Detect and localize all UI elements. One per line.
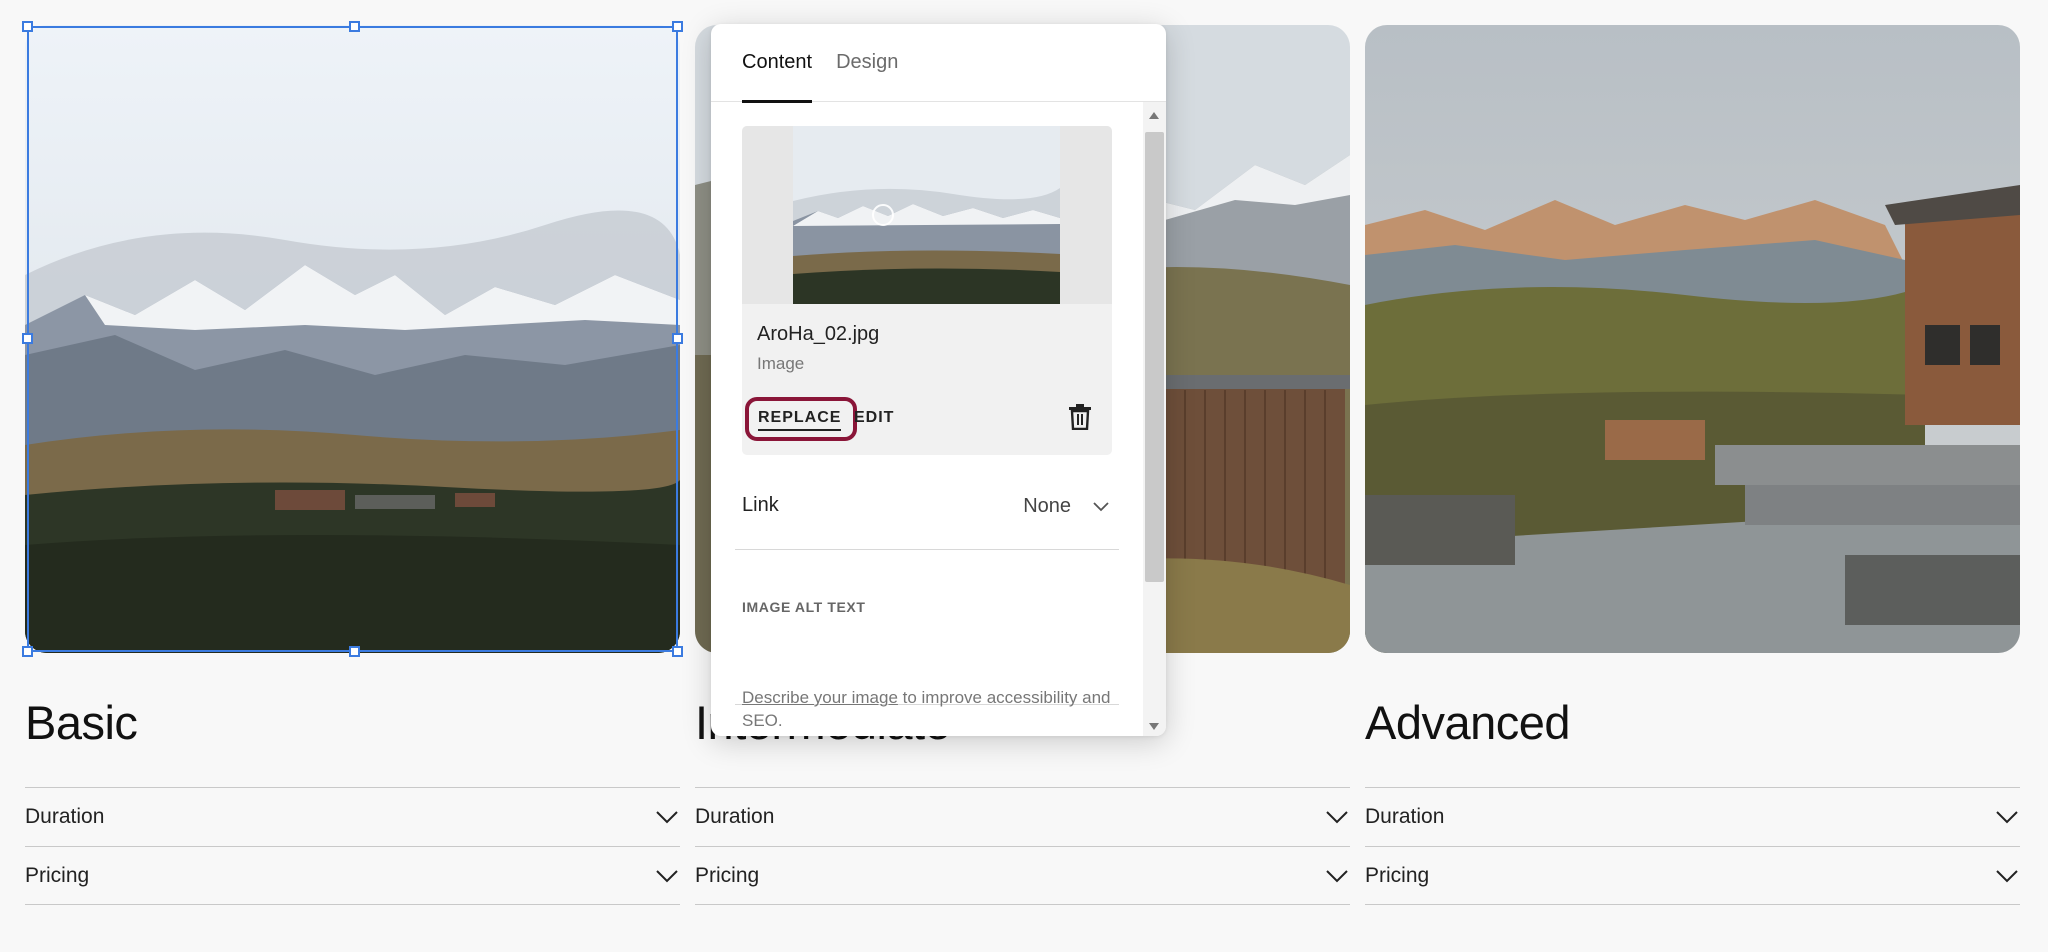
tier-title: Advanced (1365, 696, 1571, 749)
edit-button[interactable]: EDIT (854, 409, 894, 427)
accordion-label: Duration (1365, 805, 1445, 828)
tab-content[interactable]: Content (742, 24, 813, 103)
chevron-down-icon (1996, 869, 2018, 882)
tab-design[interactable]: Design (836, 24, 898, 102)
image-card: AroHa_02.jpg Image REPLACE EDIT (742, 126, 1112, 455)
mountain-landscape-photo (25, 25, 680, 653)
chevron-down-icon (1996, 811, 2018, 824)
accordion-label: Pricing (25, 863, 90, 887)
accordion-duration[interactable]: Duration (695, 787, 1350, 846)
link-dropdown[interactable]: Link None (735, 494, 1119, 550)
advanced-image[interactable] (1365, 25, 2020, 653)
column-basic: Basic Duration Pricing (25, 25, 680, 905)
accordion-pricing[interactable]: Pricing (25, 846, 680, 905)
scroll-thumb[interactable] (1145, 132, 1164, 582)
scroll-down-icon[interactable] (1149, 723, 1159, 730)
accordion-duration[interactable]: Duration (25, 787, 680, 846)
accordion-pricing[interactable]: Pricing (1365, 846, 2020, 905)
alt-text-help: Describe your image to improve accessibi… (742, 686, 1122, 732)
lodge-stairs-photo (1365, 25, 2020, 653)
link-label: Link (742, 494, 779, 516)
image-settings-panel: Content Design AroHa_02.jpg Image REPLAC… (711, 24, 1166, 736)
column-advanced: Advanced Duration Pricing (1365, 25, 2020, 905)
replace-button[interactable]: REPLACE (758, 409, 842, 431)
accordion-label: Duration (695, 805, 775, 828)
accordion-label: Duration (25, 805, 105, 828)
thumbnail-photo (793, 126, 1060, 304)
accordion-label: Pricing (1365, 863, 1430, 887)
accordion-pricing[interactable]: Pricing (695, 846, 1350, 905)
image-preview[interactable] (742, 126, 1112, 304)
focal-point-icon[interactable] (872, 204, 894, 226)
file-type: Image (757, 354, 805, 373)
alt-text-label: IMAGE ALT TEXT (742, 599, 866, 615)
basic-image[interactable] (25, 25, 680, 653)
file-name: AroHa_02.jpg (757, 323, 880, 345)
trash-icon[interactable] (1068, 404, 1092, 430)
panel-tabs: Content Design (711, 24, 1166, 103)
scroll-up-icon[interactable] (1149, 112, 1159, 119)
chevron-down-icon (656, 869, 678, 882)
chevron-down-icon (1326, 811, 1348, 824)
accordion-label: Pricing (695, 863, 760, 887)
describe-image-link[interactable]: Describe your image (742, 688, 898, 707)
chevron-down-icon (1093, 502, 1109, 512)
image-thumbnail (793, 126, 1060, 304)
link-value: None (1023, 495, 1071, 517)
panel-scrollbar[interactable] (1143, 102, 1166, 736)
chevron-down-icon (1326, 869, 1348, 882)
tier-title: Basic (25, 696, 138, 749)
accordion-duration[interactable]: Duration (1365, 787, 2020, 846)
chevron-down-icon (656, 811, 678, 824)
